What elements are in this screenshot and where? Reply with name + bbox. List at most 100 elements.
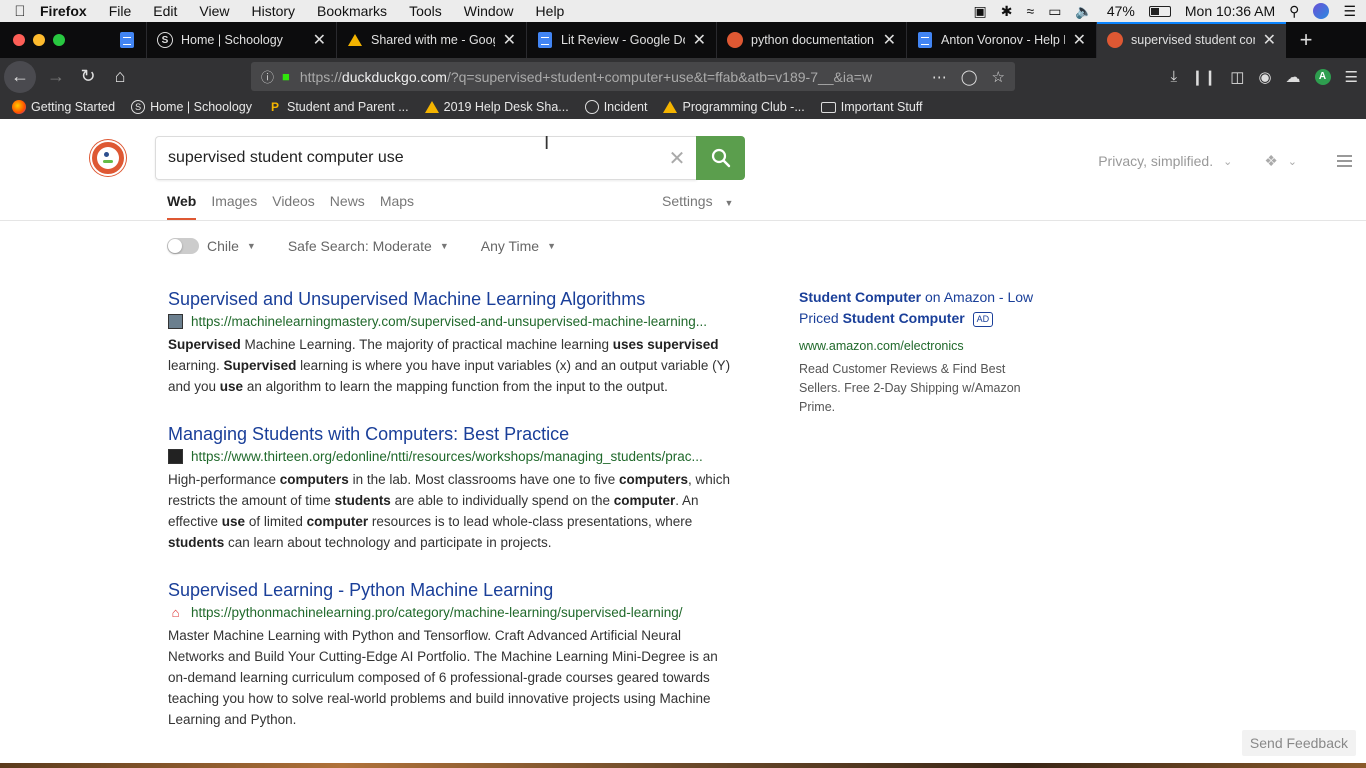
result-title-link[interactable]: Supervised and Unsupervised Machine Lear…	[168, 288, 738, 310]
zoom-window-button[interactable]	[53, 34, 65, 46]
close-tab-icon[interactable]: ✕	[1263, 30, 1276, 50]
close-tab-icon[interactable]: ✕	[1073, 30, 1086, 50]
downloads-icon[interactable]: ⤓	[1170, 68, 1177, 85]
menu-bookmarks[interactable]: Bookmarks	[317, 3, 387, 19]
clear-search-icon[interactable]: ✕	[657, 146, 697, 171]
menu-history[interactable]: History	[251, 3, 295, 19]
result-url[interactable]: ⌂ https://pythonmachinelearning.pro/cate…	[168, 605, 738, 620]
google-drive-icon	[347, 32, 363, 48]
ad-title-text: Student Computer on Amazon - Low Priced …	[799, 289, 1034, 326]
bookmark-important-stuff[interactable]: Important Stuff	[820, 100, 923, 114]
twitter-icon[interactable]: ❖	[1264, 152, 1277, 170]
bookmark-schoology[interactable]: S Home | Schoology	[131, 100, 252, 114]
wifi-icon[interactable]: ≈	[1027, 3, 1035, 19]
search-button[interactable]	[696, 136, 745, 180]
result-title-link[interactable]: Managing Students with Computers: Best P…	[168, 423, 738, 445]
search-input[interactable]	[168, 149, 657, 167]
send-feedback-button[interactable]: Send Feedback	[1241, 730, 1356, 756]
close-window-button[interactable]	[13, 34, 25, 46]
battery-percent[interactable]: 47%	[1107, 3, 1135, 19]
result-title-link[interactable]: Supervised Learning - Python Machine Lea…	[168, 579, 738, 601]
chevron-down-icon[interactable]: ⌄	[1223, 155, 1232, 168]
tab-help-desk[interactable]: Anton Voronov - Help De ✕	[906, 22, 1096, 58]
tab-active-search[interactable]: supervised student comp ✕	[1096, 22, 1286, 58]
menu-edit[interactable]: Edit	[153, 3, 177, 19]
sync-icon[interactable]: ☁	[1286, 68, 1301, 86]
notification-center-icon[interactable]: ☰	[1343, 3, 1356, 20]
bookmark-help-desk[interactable]: 2019 Help Desk Sha...	[424, 100, 569, 114]
duckduckgo-logo[interactable]	[90, 140, 126, 176]
home-button[interactable]: ⌂	[104, 61, 136, 93]
privacy-tagline[interactable]: Privacy, simplified.	[1098, 153, 1213, 169]
pinned-tab-docs[interactable]	[108, 22, 146, 58]
tab-google-drive[interactable]: Shared with me - Google ✕	[336, 22, 526, 58]
tab-schoology[interactable]: S Home | Schoology ✕	[146, 22, 336, 58]
reload-button[interactable]: ↻	[72, 61, 104, 93]
tab-news[interactable]: News	[330, 193, 365, 220]
volume-icon[interactable]: 🔈	[1075, 3, 1092, 20]
ddg-menu-icon[interactable]	[1337, 155, 1352, 167]
ad-badge: AD	[972, 311, 994, 327]
account-avatar[interactable]: A	[1314, 68, 1331, 85]
pocket-icon[interactable]: ◯	[961, 68, 978, 86]
tab-web[interactable]: Web	[167, 193, 197, 220]
url-text[interactable]: https://duckduckgo.com/?q=supervised+stu…	[300, 69, 932, 85]
library-icon[interactable]: ❙❙	[1191, 68, 1216, 86]
close-tab-icon[interactable]: ✕	[503, 30, 516, 50]
region-filter[interactable]: Chile ▼	[207, 238, 256, 254]
dropbox-icon[interactable]: ▣	[974, 3, 987, 20]
region-toggle[interactable]	[167, 238, 199, 254]
bookmark-student-parent[interactable]: P Student and Parent ...	[268, 100, 409, 114]
desktop-background-strip	[0, 763, 1366, 768]
airplay-icon[interactable]: ▭	[1048, 3, 1061, 20]
close-tab-icon[interactable]: ✕	[693, 30, 706, 50]
clock[interactable]: Mon 10:36 AM	[1185, 3, 1275, 19]
back-button[interactable]: ←	[4, 60, 36, 93]
close-tab-icon[interactable]: ✕	[883, 30, 896, 50]
ad-title-link[interactable]: Student Computer on Amazon - Low Priced …	[799, 287, 1039, 329]
menu-app-name[interactable]: Firefox	[40, 3, 87, 19]
time-filter[interactable]: Any Time ▼	[481, 238, 556, 254]
bookmark-getting-started[interactable]: Getting Started	[12, 100, 115, 114]
text-cursor-icon: I	[544, 133, 550, 154]
menu-help[interactable]: Help	[536, 3, 565, 19]
result-url-text: https://pythonmachinelearning.pro/catego…	[191, 605, 683, 620]
page-actions-icon[interactable]: ⋯	[932, 68, 947, 86]
siri-icon[interactable]	[1313, 3, 1330, 19]
google-drive-icon	[424, 101, 439, 113]
result-url[interactable]: https://machinelearningmastery.com/super…	[168, 314, 738, 329]
result-url[interactable]: https://www.thirteen.org/edonline/ntti/r…	[168, 449, 738, 464]
tab-title: Anton Voronov - Help De	[941, 33, 1065, 47]
apple-icon[interactable]: 	[0, 3, 40, 20]
sidebar-icon[interactable]: ◫	[1230, 68, 1244, 86]
address-bar[interactable]: ⓘ ■ https://duckduckgo.com/?q=supervised…	[251, 62, 1015, 91]
bookmark-incident[interactable]: Incident	[584, 100, 647, 114]
spotlight-search-icon[interactable]: ⚲	[1289, 3, 1299, 20]
menu-hamburger-icon[interactable]: ☰	[1345, 68, 1358, 86]
menu-file[interactable]: File	[109, 3, 132, 19]
tab-lit-review[interactable]: Lit Review - Google Docs ✕	[526, 22, 716, 58]
bluetooth-icon[interactable]: ✱	[1001, 3, 1013, 20]
bookmark-star-icon[interactable]: ☆	[992, 68, 1005, 86]
close-tab-icon[interactable]: ✕	[313, 30, 326, 50]
settings-dropdown[interactable]: Settings ▼	[662, 193, 733, 209]
new-tab-button[interactable]: +	[1286, 27, 1326, 53]
menu-window[interactable]: Window	[464, 3, 514, 19]
sidebar-ad: Student Computer on Amazon - Low Priced …	[799, 287, 1039, 417]
tab-images[interactable]: Images	[211, 193, 257, 220]
tab-maps[interactable]: Maps	[380, 193, 414, 220]
bookmark-programming-club[interactable]: Programming Club -...	[663, 100, 805, 114]
ad-url[interactable]: www.amazon.com/electronics	[799, 339, 1039, 353]
tab-videos[interactable]: Videos	[272, 193, 315, 220]
info-icon[interactable]: ⓘ	[261, 67, 274, 86]
safe-search-filter[interactable]: Safe Search: Moderate ▼	[288, 238, 449, 254]
menu-tools[interactable]: Tools	[409, 3, 442, 19]
lock-icon[interactable]: ■	[282, 69, 290, 84]
extension-icon[interactable]: ◉	[1258, 68, 1271, 86]
tab-python-docs[interactable]: python documentation at ✕	[716, 22, 906, 58]
forward-button[interactable]: →	[40, 61, 72, 93]
minimize-window-button[interactable]	[33, 34, 45, 46]
menu-view[interactable]: View	[199, 3, 229, 19]
chevron-down-icon[interactable]: ⌄	[1288, 155, 1297, 168]
battery-icon[interactable]	[1148, 5, 1171, 17]
